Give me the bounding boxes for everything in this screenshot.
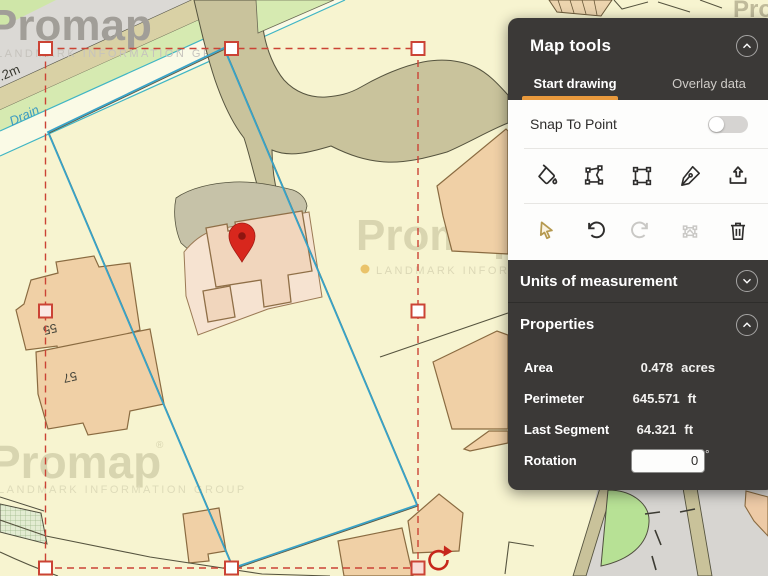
pen-icon <box>677 163 703 189</box>
properties-collapse-button[interactable] <box>736 314 758 336</box>
perimeter-unit: ft <box>680 391 723 406</box>
rotation-unit: ° <box>705 445 716 461</box>
tab-start-drawing[interactable]: Start drawing <box>508 66 642 100</box>
perimeter-value: 645.571 <box>633 391 680 406</box>
delete-button[interactable] <box>714 218 762 244</box>
draw-rectangle-icon <box>629 163 655 189</box>
cursor-icon <box>533 218 559 244</box>
tab-overlay-data[interactable]: Overlay data <box>642 66 768 100</box>
snap-to-point-row: Snap To Point <box>508 100 768 148</box>
area-row: Area 0.478 acres <box>508 352 768 383</box>
fill-tool-button[interactable] <box>522 163 570 189</box>
upload-icon <box>725 163 751 189</box>
active-tab-underline <box>522 96 618 100</box>
panel-tabs: Start drawing Overlay data <box>508 66 768 100</box>
perimeter-row: Perimeter 645.571 ft <box>508 383 768 414</box>
fill-icon <box>533 163 559 189</box>
bottom-right-map <box>573 488 768 576</box>
upload-tool-button[interactable] <box>714 163 762 189</box>
transform-tool-button[interactable] <box>666 218 714 244</box>
pen-tool-button[interactable] <box>666 163 714 189</box>
section-properties[interactable]: Properties <box>508 302 768 346</box>
undo-button[interactable] <box>570 218 618 244</box>
panel-collapse-button[interactable] <box>736 35 758 57</box>
annex-building <box>203 286 235 322</box>
undo-icon <box>581 218 607 244</box>
selection-handle-bottom-left[interactable] <box>39 562 52 575</box>
selection-handle-top-left[interactable] <box>39 42 52 55</box>
cursor-tool-button[interactable] <box>522 218 570 244</box>
perimeter-label: Perimeter <box>524 391 633 406</box>
transform-icon <box>677 218 703 244</box>
svg-text:®: ® <box>156 440 164 451</box>
selection-handle-mid-left[interactable] <box>39 305 52 318</box>
redo-button[interactable] <box>618 218 666 244</box>
redo-icon <box>629 218 655 244</box>
last-segment-label: Last Segment <box>524 422 637 437</box>
properties-body: Area 0.478 acres Perimeter 645.571 ft La… <box>508 346 768 476</box>
selection-handle-bottom-mid[interactable] <box>225 562 238 575</box>
tab-overlay-data-label: Overlay data <box>672 76 746 91</box>
selection-handle-mid-right[interactable] <box>412 305 425 318</box>
snap-to-point-label: Snap To Point <box>530 116 617 132</box>
drawing-tools-area: Snap To Point <box>508 100 768 260</box>
area-unit: acres <box>673 360 719 375</box>
rotation-row: Rotation ° <box>508 445 768 476</box>
toggle-knob <box>709 117 724 132</box>
panel-header: Map tools <box>508 18 768 66</box>
panel-title: Map tools <box>530 36 611 56</box>
area-value: 0.478 <box>641 360 674 375</box>
rotation-input[interactable] <box>631 449 705 473</box>
svg-text:LANDMARK INFORMATION GROUP: LANDMARK INFORMATION GROUP <box>0 484 247 496</box>
trash-icon <box>725 218 751 244</box>
tool-row-edit <box>508 204 768 258</box>
map-tools-panel: Map tools Start drawing Overlay data Sna… <box>508 18 768 490</box>
chevron-down-icon <box>740 274 754 288</box>
snap-to-point-toggle[interactable] <box>708 116 748 133</box>
section-units-of-measurement[interactable]: Units of measurement <box>508 260 768 302</box>
chevron-up-icon <box>740 318 754 332</box>
svg-text:Promap: Promap <box>0 1 152 50</box>
rotation-label: Rotation <box>524 453 631 468</box>
area-label: Area <box>524 360 641 375</box>
properties-section-title: Properties <box>520 316 594 333</box>
selection-handle-top-right[interactable] <box>412 42 425 55</box>
units-expand-button[interactable] <box>736 270 758 292</box>
tab-start-drawing-label: Start drawing <box>533 76 616 91</box>
units-section-title: Units of measurement <box>520 273 678 290</box>
draw-polygon-tool-button[interactable] <box>570 163 618 189</box>
selection-handle-bottom-right[interactable] <box>412 562 425 575</box>
draw-rectangle-tool-button[interactable] <box>618 163 666 189</box>
map-application: Promap LANDMARK INFORMATION GROUP Promap… <box>0 0 768 576</box>
selection-handle-top-mid[interactable] <box>225 42 238 55</box>
tool-row-draw <box>508 149 768 203</box>
last-segment-unit: ft <box>676 422 720 437</box>
chevron-up-icon <box>740 39 754 53</box>
svg-text:Promap: Promap <box>0 436 161 488</box>
last-segment-row: Last Segment 64.321 ft <box>508 414 768 445</box>
draw-polygon-icon <box>581 163 607 189</box>
last-segment-value: 64.321 <box>637 422 677 437</box>
